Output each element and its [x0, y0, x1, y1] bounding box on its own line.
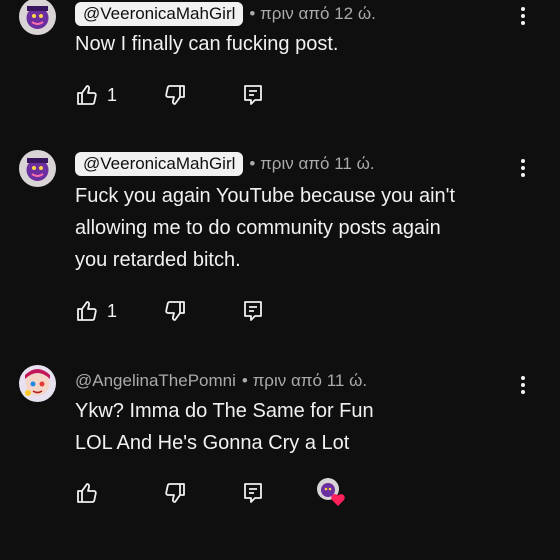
more-vertical-icon: [521, 376, 525, 394]
like-button[interactable]: 1: [75, 82, 117, 108]
dislike-button[interactable]: [163, 480, 187, 506]
avatar[interactable]: [19, 150, 56, 187]
avatar[interactable]: [19, 365, 56, 402]
timestamp[interactable]: • πριν από 12 ώ.: [249, 4, 375, 24]
reply-icon: [244, 301, 262, 321]
creator-heart-badge[interactable]: [315, 476, 347, 508]
thumbs-up-icon: [77, 301, 97, 321]
reply-icon: [244, 85, 262, 105]
comment-text: Fuck you again YouTube because you ain't…: [75, 180, 515, 276]
comment-text-line: Ykw? Imma do The Same for Fun: [75, 400, 374, 422]
comment-text: Ykw? Imma do The Same for Fun LOL And He…: [75, 395, 515, 459]
comment-2: @VeeronicaMahGirl • πριν από 11 ώ. Fuck …: [0, 150, 560, 340]
author-line: @VeeronicaMahGirl • πριν από 11 ώ.: [75, 152, 375, 176]
like-count: 1: [107, 84, 118, 105]
comment-text-line: allowing me to do community posts again: [75, 217, 441, 239]
creator-heart-icon: [317, 478, 345, 506]
author-handle[interactable]: @AngelinaThePomni: [75, 371, 236, 391]
like-button[interactable]: [75, 480, 99, 506]
reply-icon: [244, 483, 262, 503]
more-vertical-icon: [521, 7, 525, 25]
avatar[interactable]: [19, 0, 56, 35]
comment-text-line: Fuck you again YouTube because you ain't: [75, 185, 456, 207]
comment-text-line: Now I finally can fucking post.: [75, 33, 339, 55]
comment-text: Now I finally can fucking post.: [75, 28, 515, 60]
timestamp[interactable]: • πριν από 11 ώ.: [249, 154, 374, 174]
avatar-image: [19, 365, 56, 402]
thumbs-down-icon: [165, 301, 185, 321]
dislike-button[interactable]: [163, 298, 187, 324]
dislike-button[interactable]: [163, 82, 187, 108]
comment-menu-button[interactable]: [511, 4, 535, 28]
comment-text-line: you retarded bitch.: [75, 249, 241, 271]
reply-button[interactable]: [241, 480, 265, 506]
comment-text-line: LOL And He's Gonna Cry a Lot: [75, 432, 350, 454]
comment-3: @AngelinaThePomni • πριν από 11 ώ. Ykw? …: [0, 365, 560, 535]
reply-button[interactable]: [241, 82, 265, 108]
comment-actions: [75, 478, 375, 506]
more-vertical-icon: [521, 159, 525, 177]
thumbs-down-icon: [165, 85, 185, 105]
comment-menu-button[interactable]: [511, 373, 535, 397]
thumbs-up-icon: [77, 85, 97, 105]
comment-actions: 1: [75, 82, 375, 108]
author-line: @VeeronicaMahGirl • πριν από 12 ώ.: [75, 2, 376, 26]
reply-button[interactable]: [241, 298, 265, 324]
author-handle[interactable]: @VeeronicaMahGirl: [75, 152, 244, 176]
author-handle[interactable]: @VeeronicaMahGirl: [75, 2, 244, 26]
like-button[interactable]: 1: [75, 298, 117, 324]
thumbs-down-icon: [165, 483, 185, 503]
timestamp[interactable]: • πριν από 11 ώ.: [242, 371, 367, 391]
author-line: @AngelinaThePomni • πριν από 11 ώ.: [75, 371, 367, 391]
like-count: 1: [107, 300, 118, 321]
thumbs-up-icon: [77, 483, 97, 503]
comment-actions: 1: [75, 298, 375, 324]
avatar-image: [19, 0, 56, 35]
comment-1: @VeeronicaMahGirl • πριν από 12 ώ. Now I…: [0, 0, 560, 120]
comment-menu-button[interactable]: [511, 156, 535, 180]
avatar-image: [19, 150, 56, 187]
